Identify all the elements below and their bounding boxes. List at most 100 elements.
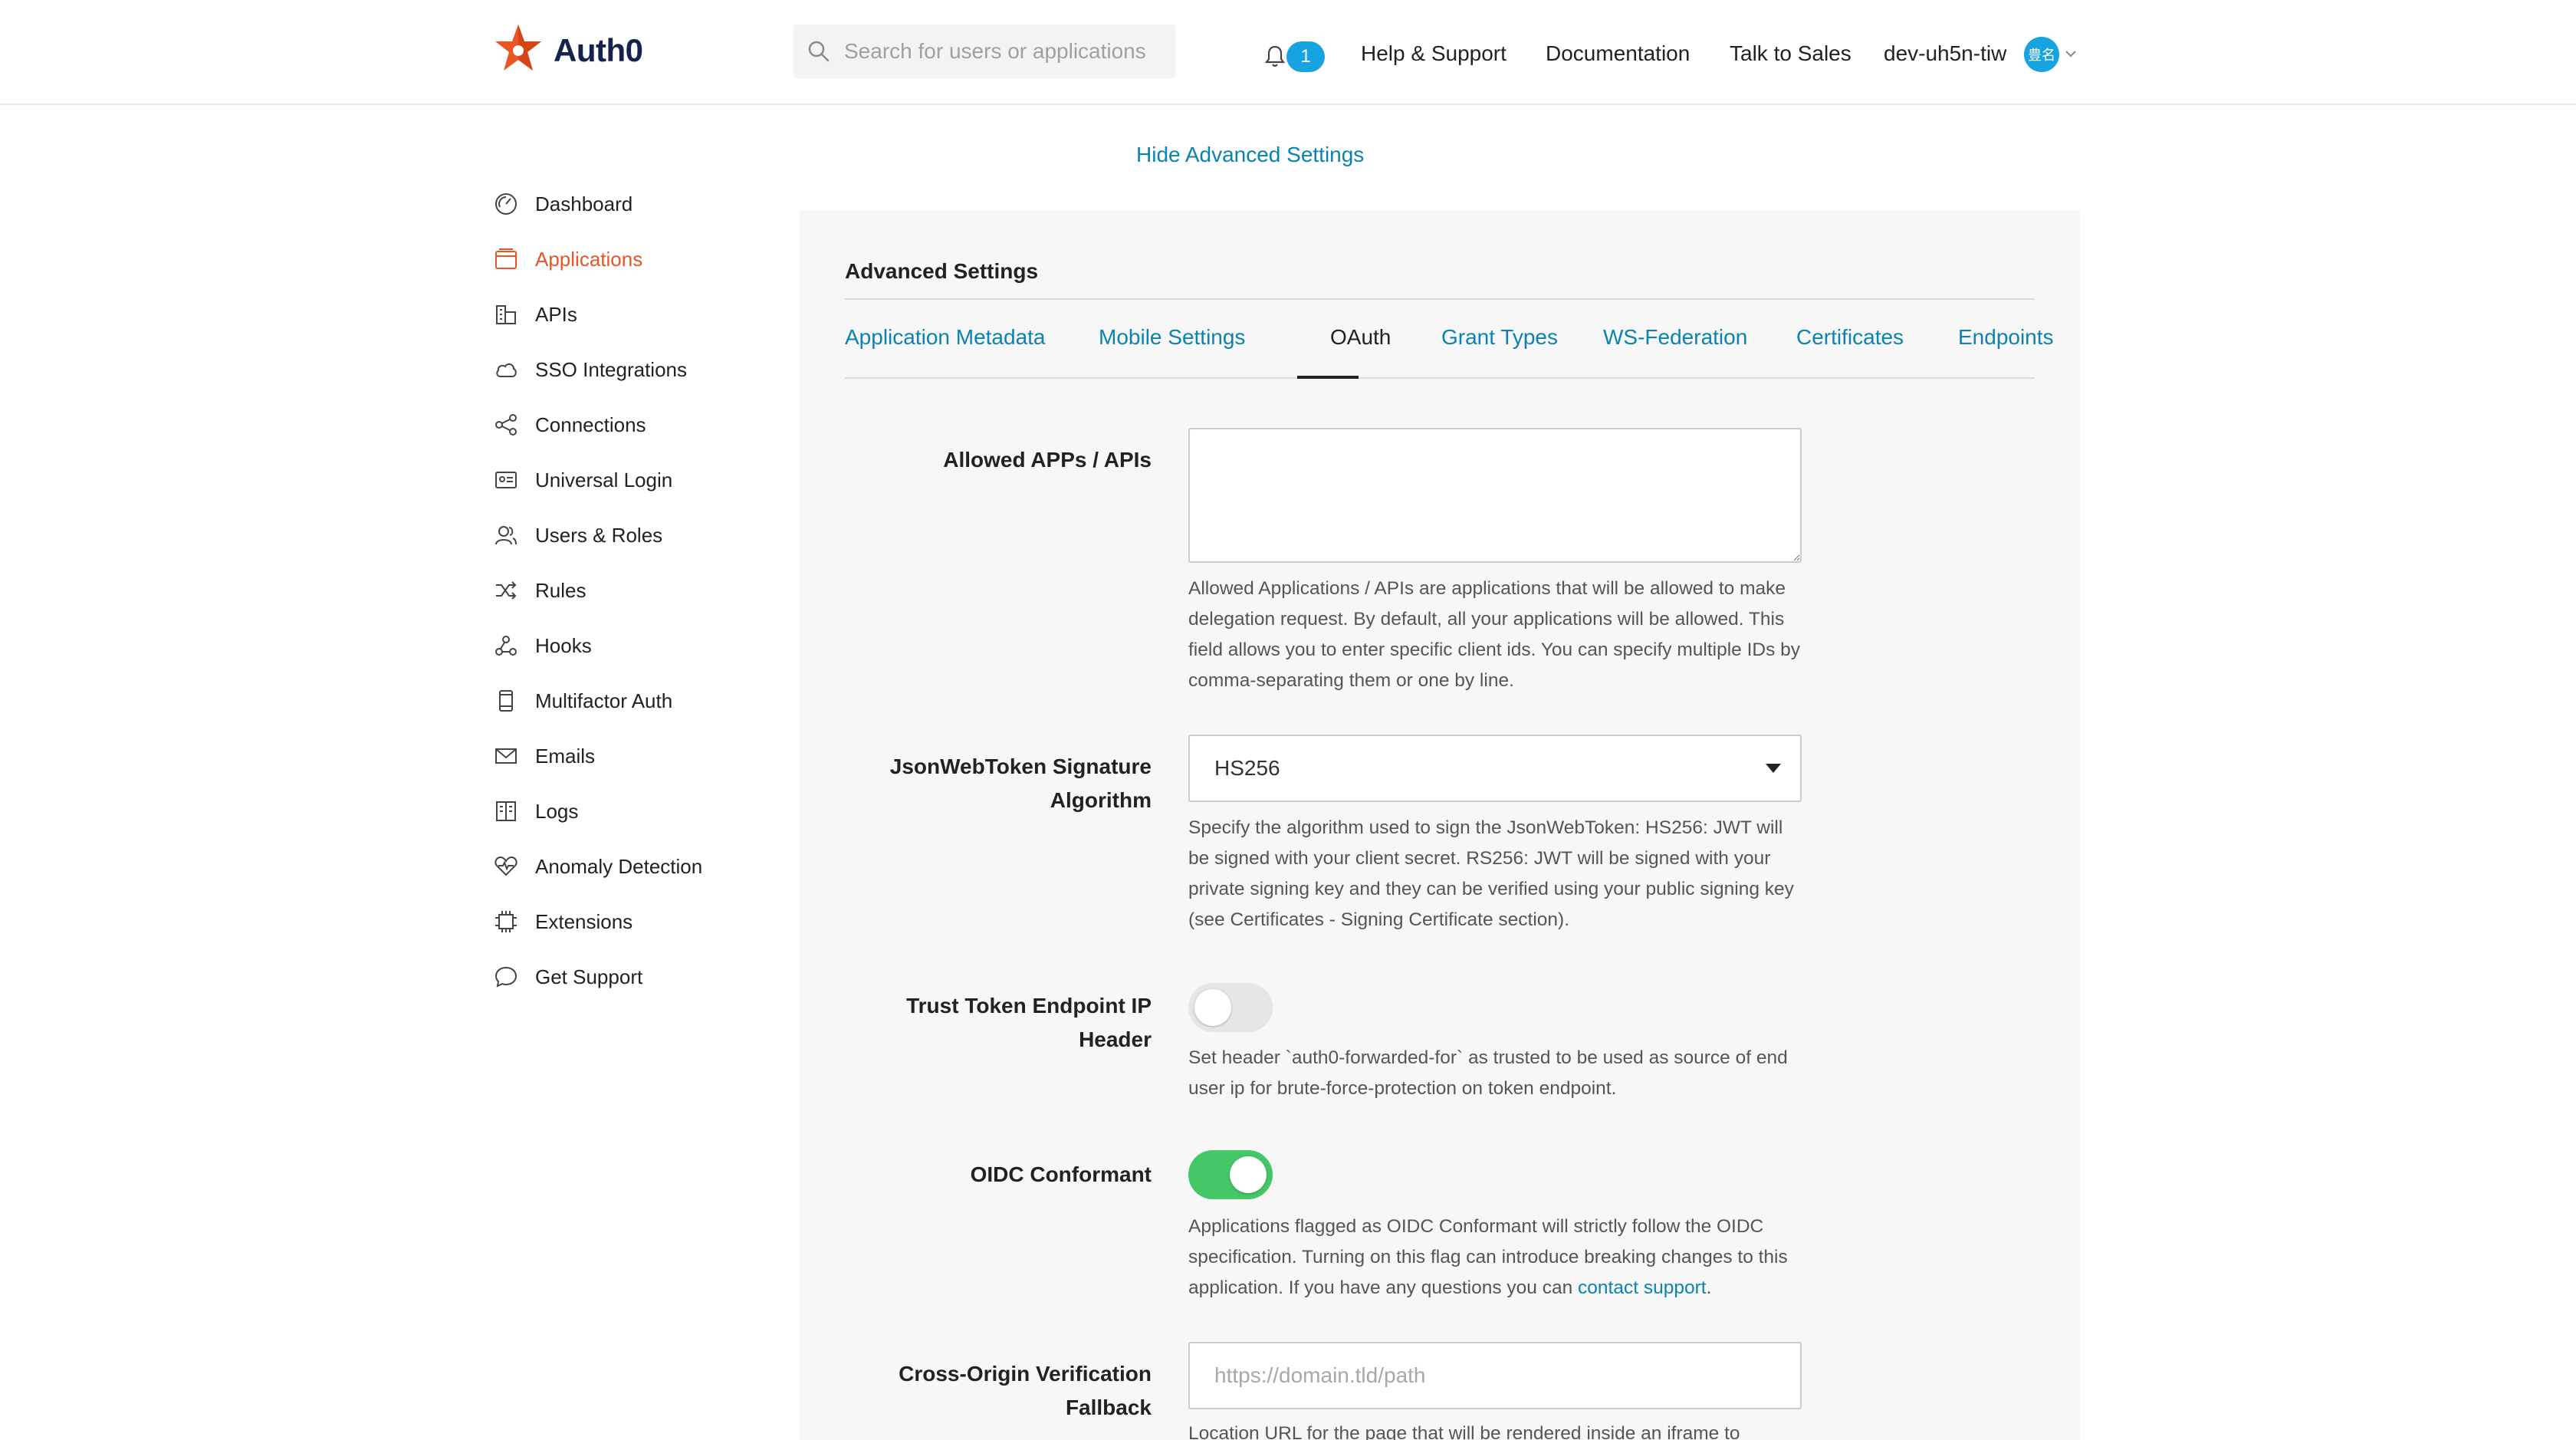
connections-icon: [494, 413, 518, 437]
sidebar-item-rules[interactable]: Rules: [494, 563, 785, 618]
cross-origin-input[interactable]: [1188, 1342, 1802, 1409]
sidebar-item-label: Multifactor Auth: [535, 689, 673, 712]
cross-origin-help: Location URL for the page that will be r…: [1188, 1423, 1740, 1440]
sidebar-item-label: Logs: [535, 799, 579, 823]
applications-icon: [494, 247, 518, 271]
sidebar-item-label: Rules: [535, 578, 586, 602]
sidebar-item-label: Connections: [535, 413, 646, 436]
avatar[interactable]: 豊名: [2024, 37, 2059, 72]
trust-ip-toggle[interactable]: [1188, 983, 1273, 1032]
apis-icon: [494, 302, 518, 327]
tab-certificates[interactable]: Certificates: [1796, 325, 1904, 350]
tab-ws-federation[interactable]: WS-Federation: [1603, 325, 1747, 350]
chip-icon: [494, 909, 518, 934]
documentation-link[interactable]: Documentation: [1546, 41, 1690, 66]
search-box[interactable]: [794, 25, 1175, 78]
sidebar-item-label: Emails: [535, 744, 596, 768]
top-header: Auth0 1 Help & Support Documentation Tal…: [0, 0, 2576, 105]
allowed-apps-textarea[interactable]: [1188, 428, 1802, 563]
toggle-knob: [1194, 989, 1231, 1026]
trust-ip-label-line1: Trust Token Endpoint IP: [906, 994, 1152, 1018]
sidebar-item-label: Universal Login: [535, 468, 673, 492]
sidebar-item-label: Dashboard: [535, 192, 633, 215]
allowed-apps-label: Allowed APPs / APIs: [943, 448, 1152, 472]
jwt-algorithm-help: Specify the algorithm used to sign the J…: [1188, 817, 1794, 930]
tab-grant-types[interactable]: Grant Types: [1441, 325, 1558, 350]
tab-endpoints[interactable]: Endpoints: [1958, 325, 2054, 350]
hooks-icon: [494, 633, 518, 658]
sidebar-item-applications[interactable]: Applications: [494, 232, 785, 287]
sidebar-item-multifactor-auth[interactable]: Multifactor Auth: [494, 673, 785, 728]
trust-ip-label: Trust Token Endpoint IP Header: [830, 989, 1152, 1057]
sidebar-item-apis[interactable]: APIs: [494, 287, 785, 342]
sidebar-item-label: Get Support: [535, 965, 643, 988]
search-input[interactable]: [844, 39, 1175, 64]
trust-ip-label-line2: Header: [1079, 1027, 1152, 1051]
caret-down-icon: [1766, 764, 1781, 773]
cross-origin-label-line1: Cross-Origin Verification: [899, 1362, 1152, 1386]
sidebar-item-extensions[interactable]: Extensions: [494, 894, 785, 949]
trust-ip-help: Set header `auth0-forwarded-for` as trus…: [1188, 1047, 1788, 1099]
sidebar-item-connections[interactable]: Connections: [494, 397, 785, 452]
dashboard-icon: [494, 192, 518, 216]
auth0-logo[interactable]: Auth0: [494, 21, 643, 80]
rules-icon: [494, 578, 518, 603]
sidebar-item-dashboard[interactable]: Dashboard: [494, 176, 785, 232]
sidebar-item-logs[interactable]: Logs: [494, 784, 785, 839]
cloud-icon: [494, 357, 518, 382]
sidebar-item-label: Users & Roles: [535, 523, 663, 547]
active-tab-indicator: [1297, 376, 1359, 379]
divider: [845, 298, 2035, 300]
sidebar-item-label: APIs: [535, 302, 577, 326]
sidebar-item-sso-integrations[interactable]: SSO Integrations: [494, 342, 785, 397]
oidc-help: Applications flagged as OIDC Conformant …: [1188, 1212, 1802, 1304]
contact-support-link[interactable]: contact support: [1578, 1277, 1707, 1298]
tab-mobile-settings[interactable]: Mobile Settings: [1099, 325, 1245, 350]
logs-icon: [494, 799, 518, 824]
tabs-divider: [845, 377, 2035, 379]
jwt-algorithm-label-line2: Algorithm: [1050, 788, 1152, 812]
sidebar-item-label: Hooks: [535, 633, 592, 657]
sidebar-item-label: Anomaly Detection: [535, 854, 703, 878]
talk-to-sales-link[interactable]: Talk to Sales: [1730, 41, 1852, 66]
sidebar-item-label: SSO Integrations: [535, 357, 687, 381]
oidc-help-suffix: .: [1706, 1277, 1712, 1298]
hide-advanced-settings-link[interactable]: Hide Advanced Settings: [1136, 143, 1364, 167]
help-support-link[interactable]: Help & Support: [1361, 41, 1506, 66]
sidebar-item-get-support[interactable]: Get Support: [494, 949, 785, 1004]
sidebar-item-label: Extensions: [535, 909, 633, 933]
tab-oauth[interactable]: OAuth: [1330, 325, 1391, 350]
sidebar-item-users-roles[interactable]: Users & Roles: [494, 508, 785, 563]
heart-icon: [494, 854, 518, 879]
jwt-algorithm-label-line1: JsonWebToken Signature: [889, 755, 1152, 778]
jwt-algorithm-label: JsonWebToken Signature Algorithm: [830, 750, 1152, 817]
chat-bubble-icon: [494, 965, 518, 989]
email-icon: [494, 744, 518, 768]
brand-name: Auth0: [554, 32, 643, 68]
panel-title: Advanced Settings: [845, 259, 1039, 283]
users-icon: [494, 523, 518, 547]
jwt-algorithm-select[interactable]: HS256: [1188, 735, 1802, 802]
bell-icon[interactable]: [1265, 44, 1285, 67]
sidebar: Dashboard Applications APIs SSO Integrat…: [494, 176, 785, 1004]
sidebar-item-label: Applications: [535, 247, 643, 271]
sidebar-item-emails[interactable]: Emails: [494, 728, 785, 784]
sidebar-item-anomaly-detection[interactable]: Anomaly Detection: [494, 839, 785, 894]
tab-application-metadata[interactable]: Application Metadata: [845, 325, 1046, 350]
oidc-label: OIDC Conformant: [970, 1162, 1152, 1186]
allowed-apps-help: Allowed Applications / APIs are applicat…: [1188, 578, 1801, 691]
tenant-name[interactable]: dev-uh5n-tiw: [1884, 41, 2006, 66]
oidc-toggle[interactable]: [1188, 1150, 1273, 1199]
notification-badge[interactable]: 1: [1286, 41, 1325, 72]
auth0-shield-icon: [495, 25, 541, 71]
cross-origin-label-line2: Fallback: [1065, 1396, 1152, 1419]
universal-login-icon: [494, 468, 518, 492]
sidebar-item-universal-login[interactable]: Universal Login: [494, 452, 785, 508]
search-icon: [808, 41, 830, 62]
phone-icon: [494, 689, 518, 713]
cross-origin-label: Cross-Origin Verification Fallback: [830, 1357, 1152, 1425]
chevron-down-icon[interactable]: [2065, 49, 2077, 58]
toggle-knob: [1230, 1156, 1267, 1193]
jwt-algorithm-value: HS256: [1214, 756, 1280, 780]
sidebar-item-hooks[interactable]: Hooks: [494, 618, 785, 673]
